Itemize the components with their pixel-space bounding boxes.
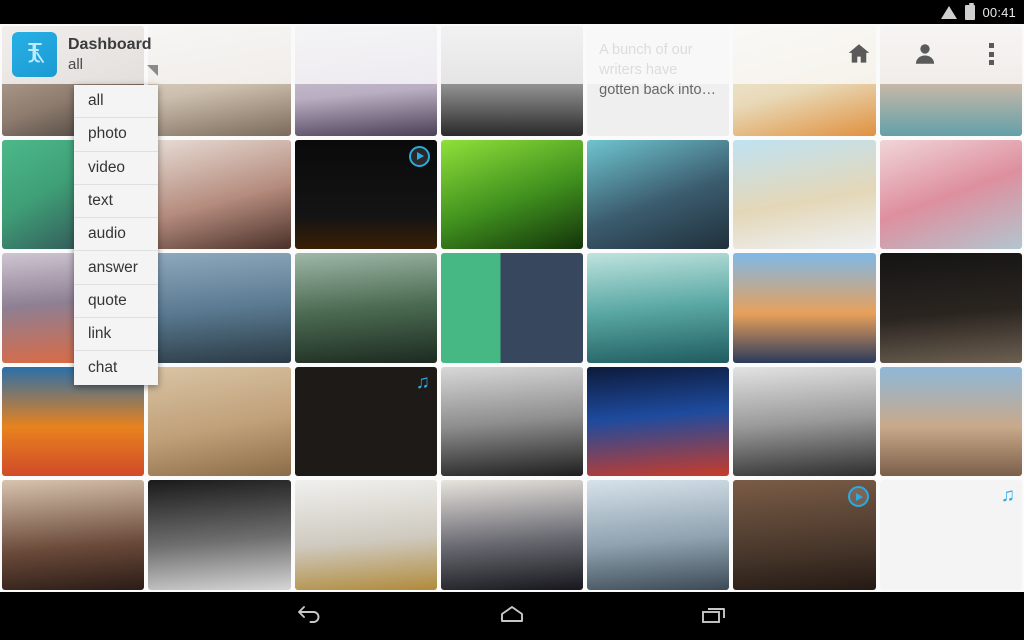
post-audio[interactable]: ♫ [294,366,437,477]
overflow-menu-icon [988,43,994,65]
post-grid-row: ♫ [0,478,1024,592]
post-photo[interactable] [587,253,730,363]
dropdown-triangle-icon [147,65,158,76]
status-bar: 00:41 [0,0,1024,24]
recents-button[interactable] [684,592,744,640]
account-button[interactable] [892,24,958,84]
dropdown-item-chat[interactable]: chat [74,351,158,384]
dropdown-item-answer[interactable]: answer [74,251,158,285]
android-nav-bar [0,592,1024,640]
page-title: Dashboard [68,35,152,53]
action-bar-actions [826,24,1024,84]
post-type-dropdown[interactable]: all photo video text audio answer quote link cha… [74,85,158,385]
recents-icon [698,600,730,633]
post-photo[interactable] [440,253,584,363]
post-photo[interactable] [440,139,584,250]
post-video[interactable] [294,139,437,250]
post-photo[interactable] [733,366,876,477]
post-photo[interactable] [148,366,291,477]
post-photo[interactable] [879,366,1022,477]
home-icon [496,600,528,633]
wifi-icon [941,5,958,19]
account-icon [912,41,938,67]
home-icon [846,41,872,67]
audio-note-icon: ♫ [415,371,430,393]
action-bar-titles: Dashboard all [68,35,152,74]
post-video[interactable] [733,480,876,590]
post-photo[interactable] [148,480,291,590]
dropdown-item-quote[interactable]: quote [74,285,158,319]
post-photo[interactable] [148,139,291,250]
action-bar: Dashboard all [0,24,1024,84]
post-photo[interactable] [294,253,437,363]
dropdown-item-video[interactable]: video [74,152,158,185]
post-photo[interactable] [733,139,876,250]
android-screen: 00:41 A bunch of our writers have gotten… [0,0,1024,640]
audio-note-icon: ♫ [1000,485,1015,507]
overflow-menu-button[interactable] [958,24,1024,84]
dropdown-item-text[interactable]: text [74,185,158,219]
home-button[interactable] [826,24,892,84]
dropdown-item-audio[interactable]: audio [74,218,158,252]
tumblr-logo-icon [12,31,57,77]
post-photo[interactable] [733,253,876,363]
dashboard-spinner-button[interactable]: Dashboard all [0,24,160,84]
dropdown-item-link[interactable]: link [74,318,158,352]
dropdown-item-photo[interactable]: photo [74,118,158,152]
post-audio[interactable]: ♫ [879,480,1022,590]
video-play-icon [847,486,869,508]
post-photo[interactable] [440,366,584,477]
back-button[interactable] [280,592,340,640]
post-photo[interactable] [587,139,730,250]
post-photo[interactable] [294,480,437,590]
dropdown-item-all[interactable]: all [74,85,158,119]
home-button-nav[interactable] [482,592,542,640]
post-photo[interactable] [2,480,145,590]
post-photo[interactable] [879,139,1022,250]
post-photo[interactable] [587,366,730,477]
battery-icon [965,2,976,20]
status-bar-clock: 00:41 [982,4,1016,20]
post-photo[interactable] [879,253,1022,363]
post-photo[interactable] [587,480,730,590]
post-photo[interactable] [440,480,584,590]
page-subtitle: all [68,55,84,73]
post-photo[interactable] [148,253,291,363]
back-icon [294,600,326,633]
video-play-icon [408,145,430,167]
